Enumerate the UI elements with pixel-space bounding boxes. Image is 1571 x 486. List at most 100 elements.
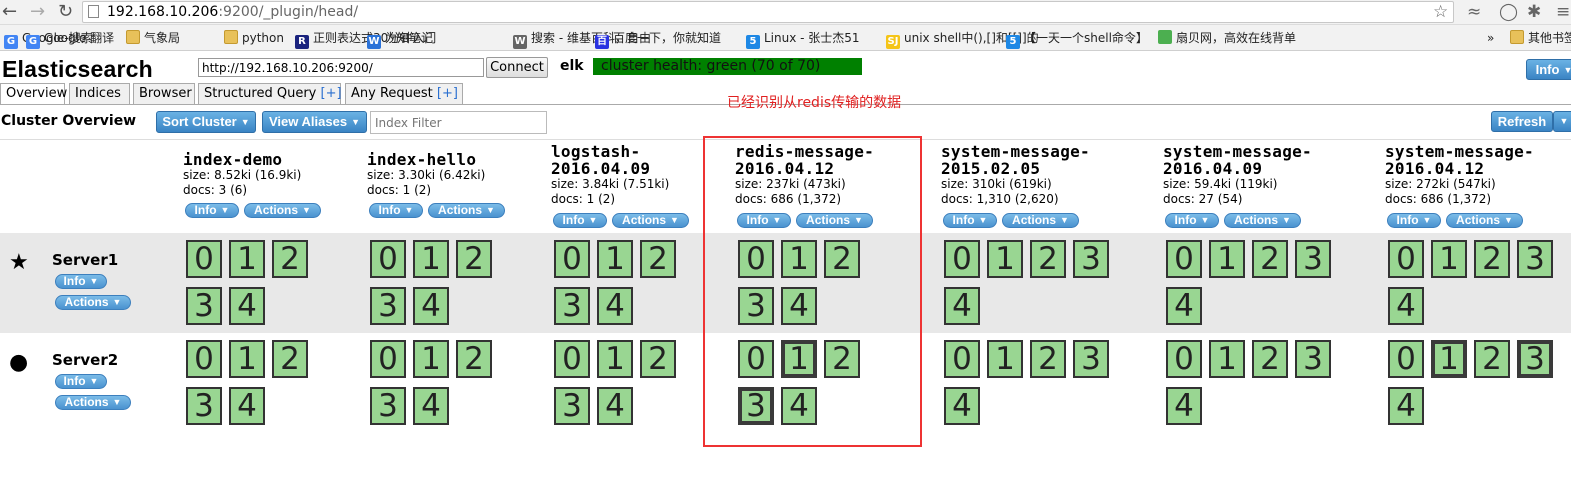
bookmark-item[interactable]: 5 【一天一个shell命令】 [1006, 29, 1148, 49]
bookmark-item[interactable]: » [1487, 29, 1494, 47]
shard-box[interactable]: 4 [1388, 287, 1424, 325]
shard-box[interactable]: 4 [944, 287, 980, 325]
view-aliases-button[interactable]: View Aliases ▼ [262, 111, 367, 133]
bookmark-item[interactable]: 其他书签 [1510, 29, 1571, 47]
shard-box[interactable]: 0 [1388, 340, 1424, 378]
shard-box[interactable]: 0 [1388, 240, 1424, 278]
shard-box[interactable]: 3 [1073, 340, 1109, 378]
bookmark-item[interactable]: G Google 翻译 [26, 29, 114, 49]
shard-box[interactable]: 1 [1431, 340, 1467, 378]
index-actions-button[interactable]: Actions ▼ [796, 213, 873, 228]
index-filter-input[interactable] [370, 111, 547, 134]
index-info-button[interactable]: Info ▼ [553, 213, 607, 228]
index-actions-button[interactable]: Actions ▼ [1224, 213, 1301, 228]
shard-box[interactable]: 3 [1073, 240, 1109, 278]
shard-box[interactable]: 0 [186, 240, 222, 278]
shard-box[interactable]: 4 [413, 387, 449, 425]
index-actions-button[interactable]: Actions ▼ [244, 203, 321, 218]
server-actions-button[interactable]: Actions ▼ [55, 295, 131, 310]
shard-box[interactable]: 0 [554, 240, 590, 278]
shard-box[interactable]: 2 [456, 240, 492, 278]
back-arrow-icon[interactable]: ← [2, 1, 17, 23]
address-bar[interactable]: 192.168.10.206:9200/_plugin/head/ [82, 1, 1454, 23]
server-info-button[interactable]: Info ▼ [55, 274, 107, 289]
shard-box[interactable]: 1 [781, 340, 817, 378]
bookmark-item[interactable]: 扇贝网，高效在线背单 [1158, 29, 1296, 47]
shard-box[interactable]: 1 [1209, 240, 1245, 278]
shard-box[interactable]: 1 [1209, 340, 1245, 378]
index-actions-button[interactable]: Actions ▼ [612, 213, 689, 228]
shard-box[interactable]: 2 [1252, 240, 1288, 278]
shard-box[interactable]: 3 [186, 287, 222, 325]
shard-box[interactable]: 0 [738, 240, 774, 278]
tab-any-request[interactable]: Any Request [+] [345, 83, 463, 104]
shard-box[interactable]: 2 [824, 340, 860, 378]
shard-box[interactable]: 0 [186, 340, 222, 378]
index-actions-button[interactable]: Actions ▼ [1002, 213, 1079, 228]
extensions-icon[interactable]: ✱ [1527, 1, 1541, 23]
shard-box[interactable]: 4 [597, 287, 633, 325]
shard-box[interactable]: 4 [1388, 387, 1424, 425]
shard-box[interactable]: 4 [1166, 287, 1202, 325]
shard-box[interactable]: 0 [554, 340, 590, 378]
shard-box[interactable]: 3 [370, 287, 406, 325]
shard-box[interactable]: 1 [413, 240, 449, 278]
index-info-button[interactable]: Info ▼ [737, 213, 791, 228]
shard-box[interactable]: 4 [781, 287, 817, 325]
shard-box[interactable]: 2 [272, 340, 308, 378]
shard-box[interactable]: 2 [1252, 340, 1288, 378]
refresh-button[interactable]: Refresh [1491, 111, 1553, 132]
shard-box[interactable]: 1 [597, 340, 633, 378]
shield-icon[interactable]: ◯ [1499, 1, 1518, 23]
bookmark-item[interactable]: 气象局 [126, 29, 180, 47]
shard-box[interactable]: 0 [738, 340, 774, 378]
shard-box[interactable]: 1 [987, 340, 1023, 378]
bookmark-item[interactable]: python [224, 29, 284, 47]
shard-box[interactable]: 0 [370, 340, 406, 378]
shard-box[interactable]: 0 [370, 240, 406, 278]
shard-box[interactable]: 3 [186, 387, 222, 425]
server-info-button[interactable]: Info ▼ [55, 374, 107, 389]
shard-box[interactable]: 3 [738, 387, 774, 425]
shard-box[interactable]: 1 [229, 340, 265, 378]
shard-box[interactable]: 2 [824, 240, 860, 278]
shard-box[interactable]: 3 [738, 287, 774, 325]
shard-box[interactable]: 0 [944, 240, 980, 278]
index-info-button[interactable]: Info ▼ [1165, 213, 1219, 228]
shard-box[interactable]: 2 [1030, 340, 1066, 378]
index-info-button[interactable]: Info ▼ [369, 203, 423, 218]
tab-indices[interactable]: Indices [69, 83, 130, 104]
tab-overview[interactable]: Overview [0, 83, 67, 105]
shard-box[interactable]: 1 [229, 240, 265, 278]
index-actions-button[interactable]: Actions ▼ [1446, 213, 1523, 228]
bookmark-item[interactable]: 百百度一下，你就知道 [595, 29, 721, 49]
shard-box[interactable]: 3 [1517, 240, 1553, 278]
sort-cluster-button[interactable]: Sort Cluster ▼ [156, 111, 256, 133]
connect-url-input[interactable] [198, 58, 484, 77]
shard-box[interactable]: 1 [597, 240, 633, 278]
bookmark-star-icon[interactable]: ☆ [1433, 1, 1448, 23]
forward-arrow-icon[interactable]: → [30, 1, 45, 23]
shard-box[interactable]: 4 [944, 387, 980, 425]
shard-box[interactable]: 0 [1166, 340, 1202, 378]
connect-button[interactable]: Connect [486, 57, 548, 78]
shard-box[interactable]: 3 [1295, 240, 1331, 278]
shard-box[interactable]: 2 [456, 340, 492, 378]
shard-box[interactable]: 2 [640, 240, 676, 278]
shard-box[interactable]: 2 [1474, 340, 1510, 378]
shard-box[interactable]: 0 [1166, 240, 1202, 278]
shard-box[interactable]: 0 [944, 340, 980, 378]
shard-box[interactable]: 1 [413, 340, 449, 378]
index-actions-button[interactable]: Actions ▼ [428, 203, 505, 218]
shard-box[interactable]: 2 [1474, 240, 1510, 278]
shard-box[interactable]: 3 [554, 287, 590, 325]
shard-box[interactable]: 4 [1166, 387, 1202, 425]
translate-icon[interactable]: ≈ [1467, 1, 1481, 23]
tab-structured-query[interactable]: Structured Query [+] [198, 83, 342, 104]
shard-box[interactable]: 4 [781, 387, 817, 425]
index-info-button[interactable]: Info ▼ [943, 213, 997, 228]
index-info-button[interactable]: Info ▼ [1387, 213, 1441, 228]
tab-browser[interactable]: Browser [133, 83, 195, 104]
shard-box[interactable]: 2 [272, 240, 308, 278]
shard-box[interactable]: 3 [554, 387, 590, 425]
